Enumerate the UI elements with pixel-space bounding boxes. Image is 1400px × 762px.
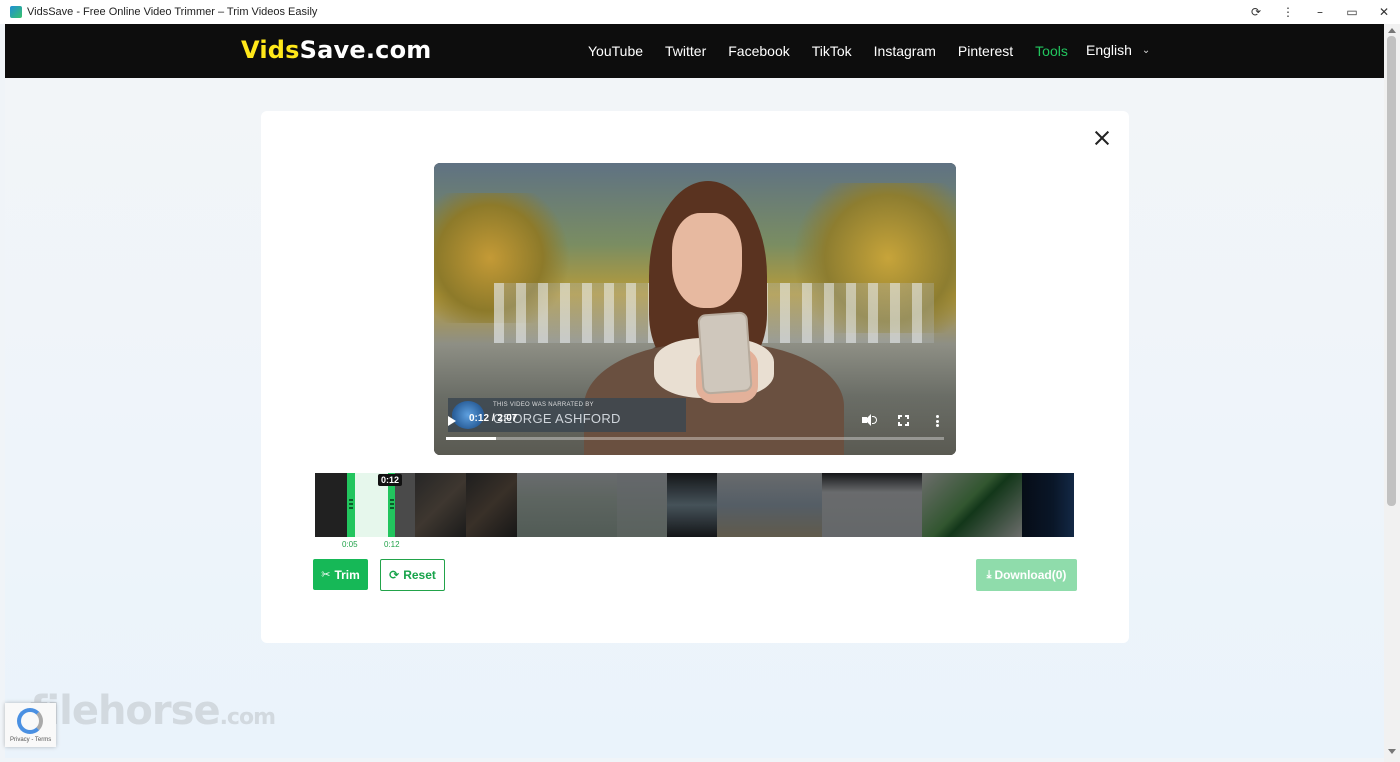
volume-icon[interactable] xyxy=(862,414,877,426)
scroll-up-icon[interactable] xyxy=(1388,28,1396,33)
end-time-label: 0:12 xyxy=(384,540,400,549)
video-player[interactable]: THIS VIDEO WAS NARRATED BY GEORGE ASHFOR… xyxy=(434,163,956,455)
nav-youtube[interactable]: YouTube xyxy=(588,43,643,59)
window-controls: ⟳ ⋮ – ▭ ✕ xyxy=(1240,0,1400,24)
download-icon: ⤓ xyxy=(986,568,992,581)
nav-pinterest[interactable]: Pinterest xyxy=(958,43,1013,59)
time-display: 0:12 / 2:07 xyxy=(469,413,518,424)
watermark-text: filehorse xyxy=(30,688,221,734)
more-options-icon[interactable] xyxy=(936,415,939,427)
language-label: English xyxy=(1086,42,1132,58)
progress-bar[interactable] xyxy=(446,437,944,440)
scissors-icon: ✂ xyxy=(321,568,331,581)
window-title: VidsSave - Free Online Video Trimmer – T… xyxy=(27,6,318,18)
download-label: Download(0) xyxy=(994,568,1067,582)
language-selector[interactable]: English ⌄ xyxy=(1086,42,1150,58)
page-scrollbar[interactable] xyxy=(1384,24,1400,762)
recaptcha-icon xyxy=(17,708,43,734)
app-icon xyxy=(10,6,22,18)
chevron-down-icon: ⌄ xyxy=(1141,44,1151,56)
start-time-label: 0:05 xyxy=(342,540,358,549)
filehorse-watermark: filehorse.com xyxy=(30,688,276,734)
site-header: VidsSave.com YouTube Twitter Facebook Ti… xyxy=(5,24,1384,78)
close-window-button[interactable]: ✕ xyxy=(1368,0,1400,24)
nav-tiktok[interactable]: TikTok xyxy=(812,43,852,59)
progress-fill xyxy=(446,437,496,440)
watermark-domain: .com xyxy=(219,705,276,730)
player-controls: 0:12 / 2:07 xyxy=(434,408,956,455)
nav-instagram[interactable]: Instagram xyxy=(874,43,936,59)
trim-button[interactable]: ✂ Trim xyxy=(313,559,368,590)
logo-part1: Vids xyxy=(241,36,300,64)
nav-facebook[interactable]: Facebook xyxy=(728,43,789,59)
close-icon[interactable] xyxy=(1092,128,1112,148)
maximize-button[interactable]: ▭ xyxy=(1336,0,1368,24)
minimize-button[interactable]: – xyxy=(1304,0,1336,24)
window-titlebar: VidsSave - Free Online Video Trimmer – T… xyxy=(0,0,1400,24)
scroll-down-icon[interactable] xyxy=(1388,749,1396,754)
more-menu-icon[interactable]: ⋮ xyxy=(1272,0,1304,24)
recaptcha-links[interactable]: Privacy - Terms xyxy=(10,737,51,743)
extensions-icon[interactable]: ⟳ xyxy=(1240,0,1272,24)
logo-part2: Save.com xyxy=(299,36,432,64)
fullscreen-icon[interactable] xyxy=(898,415,909,426)
playhead-time-label: 0:12 xyxy=(378,474,403,486)
recaptcha-badge[interactable]: Privacy - Terms xyxy=(5,703,56,747)
nav-twitter[interactable]: Twitter xyxy=(665,43,706,59)
reset-button[interactable]: ⟳ Reset xyxy=(380,559,445,591)
refresh-icon: ⟳ xyxy=(389,568,400,582)
scrollbar-thumb[interactable] xyxy=(1387,36,1396,506)
site-logo[interactable]: VidsSave.com xyxy=(241,36,432,64)
trim-timeline[interactable] xyxy=(315,473,1074,537)
play-icon[interactable] xyxy=(448,416,456,426)
nav-menu: YouTube Twitter Facebook TikTok Instagra… xyxy=(577,24,1079,78)
download-button[interactable]: ⤓ Download(0) xyxy=(976,559,1077,591)
trim-start-handle[interactable] xyxy=(347,473,355,537)
reset-label: Reset xyxy=(403,568,436,582)
nav-tools[interactable]: Tools xyxy=(1035,43,1068,59)
trim-label: Trim xyxy=(334,567,360,582)
